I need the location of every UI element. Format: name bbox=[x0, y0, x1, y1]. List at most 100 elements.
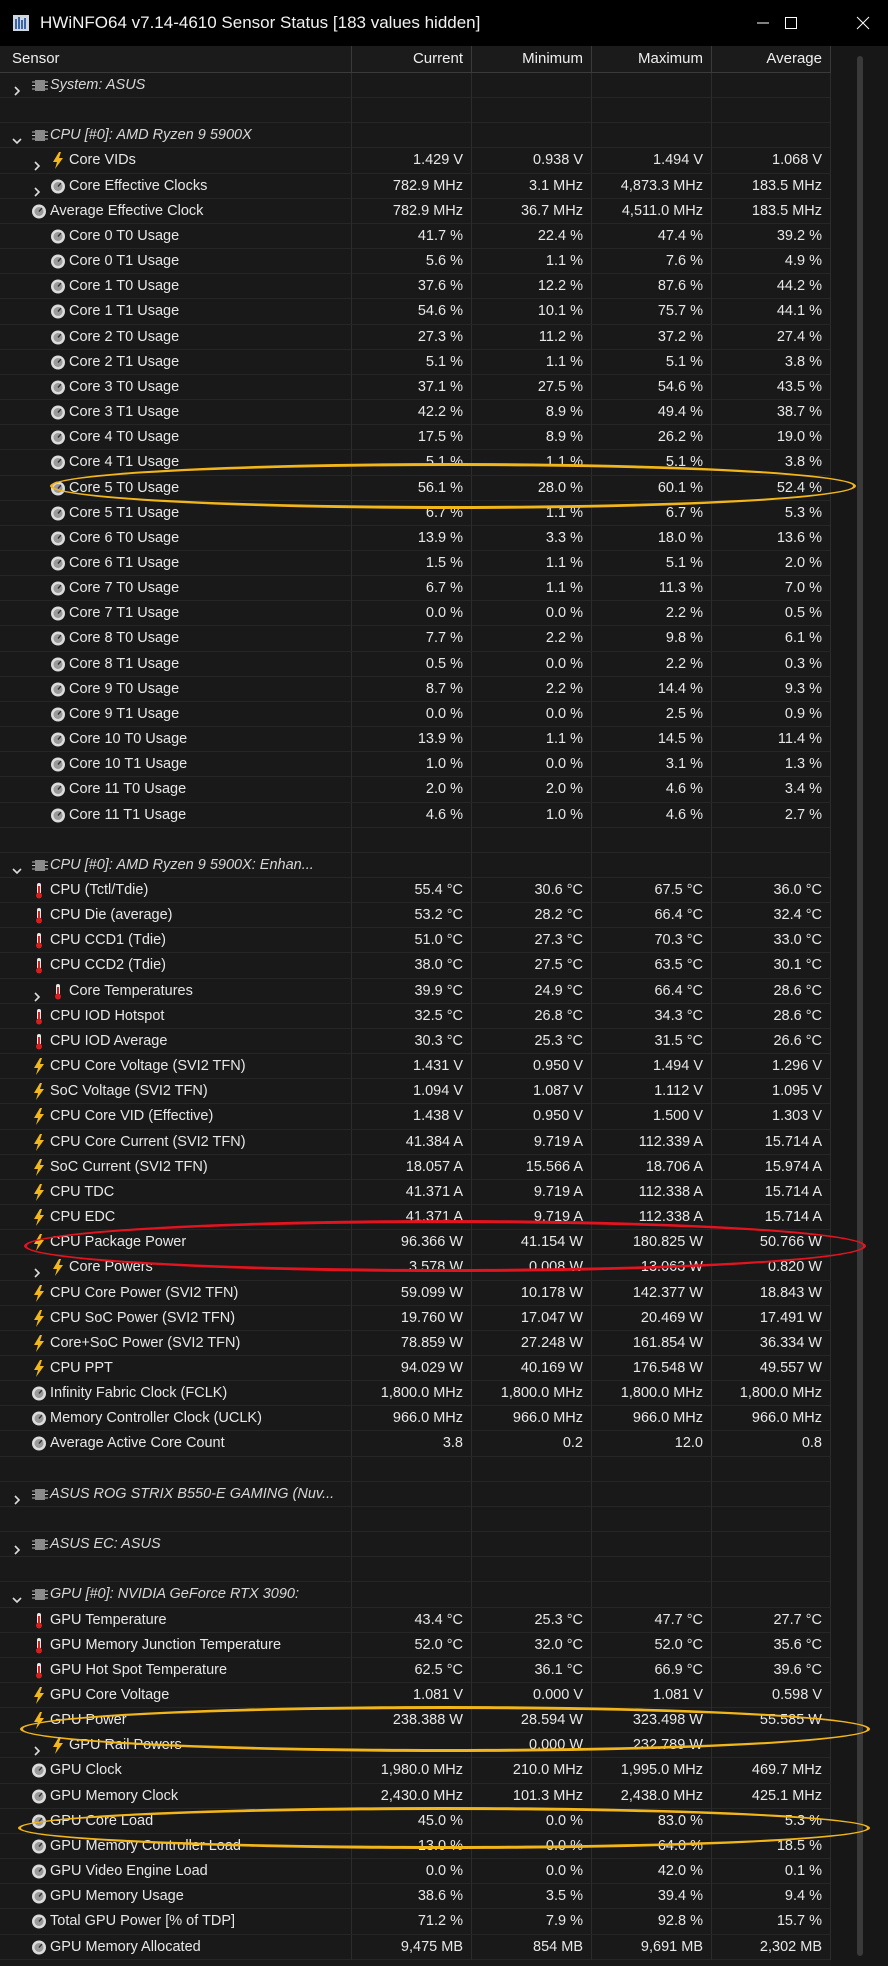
sensor-row-gpu-memory-allocated[interactable]: GPU Memory Allocated 9,475 MB 854 MB 9,691 … bbox=[0, 1934, 831, 1960]
sensor-row-core-vids[interactable]: Core VIDs 1.429 V 0.938 V 1.494 V 1.068 V bbox=[0, 148, 831, 174]
sensor-row-memory-controller-clock-uclk[interactable]: Memory Controller Clock (UCLK) 966.0 MHz 9… bbox=[0, 1406, 831, 1432]
sensor-row-core-8-t0-usage[interactable]: Core 8 T0 Usage 7.7 % 2.2 % 9.8 % 6.1 % bbox=[0, 626, 831, 652]
sensor-row-average-active-core-count[interactable]: Average Active Core Count 3.8 0.2 12.0 0.8 bbox=[0, 1431, 831, 1457]
sensor-row-soc-voltage-svi2-tfn[interactable]: SoC Voltage (SVI2 TFN) 1.094 V 1.087 V 1.11… bbox=[0, 1079, 831, 1105]
sensor-group-cpu-0-amd-ryzen-9-5900x-enhan[interactable]: CPU [#0]: AMD Ryzen 9 5900X: Enhan... bbox=[0, 852, 831, 878]
sensor-name-cell: CPU (Tctl/Tdie) bbox=[0, 878, 352, 903]
sensor-row-cpu-soc-power-svi2-tfn[interactable]: CPU SoC Power (SVI2 TFN) 19.760 W 17.047 W… bbox=[0, 1305, 831, 1331]
sensor-row-core-powers[interactable]: Core Powers 3.578 W 0.008 W 13.063 W 0.820 W bbox=[0, 1255, 831, 1281]
sensor-row-core-4-t1-usage[interactable]: Core 4 T1 Usage 5.1 % 1.1 % 5.1 % 3.8 % bbox=[0, 450, 831, 476]
chevron-right-icon[interactable] bbox=[32, 155, 42, 172]
sensor-row-cpu-ppt[interactable]: CPU PPT 94.029 W 40.169 W 176.548 W 49.557 W bbox=[0, 1355, 831, 1382]
sensor-row-cpu-ccd1-tdie[interactable]: CPU CCD1 (Tdie) 51.0 °C 27.3 °C 70.3 °C 33.0… bbox=[0, 928, 831, 954]
chevron-down-icon[interactable] bbox=[12, 1589, 22, 1604]
sensor-row-core-1-t0-usage[interactable]: Core 1 T0 Usage 37.6 % 12.2 % 87.6 % 44.2 % bbox=[0, 274, 831, 300]
sensor-row-core-6-t0-usage[interactable]: Core 6 T0 Usage 13.9 % 3.3 % 18.0 % 13.6 % bbox=[0, 525, 831, 551]
sensor-row-core-5-t0-usage[interactable]: Core 5 T0 Usage 56.1 % 28.0 % 60.1 % 52.4 % bbox=[0, 475, 831, 501]
sensor-group-gpu-0-nvidia-geforce-rtx-3090[interactable]: GPU [#0]: NVIDIA GeForce RTX 3090: bbox=[0, 1582, 831, 1608]
sensor-row-core-soc-power-svi2-tfn[interactable]: Core+SoC Power (SVI2 TFN) 78.859 W 27.248 … bbox=[0, 1330, 831, 1356]
maximize-button[interactable] bbox=[768, 0, 814, 46]
sensor-group-system-asus[interactable]: System: ASUS bbox=[0, 73, 831, 99]
sensor-row-gpu-temperature[interactable]: GPU Temperature 43.4 °C 25.3 °C 47.7 °C 27.7… bbox=[0, 1607, 831, 1633]
sensor-row-core-10-t0-usage[interactable]: Core 10 T0 Usage 13.9 % 1.1 % 14.5 % 11.4 % bbox=[0, 727, 831, 753]
sensor-row-core-0-t0-usage[interactable]: Core 0 T0 Usage 41.7 % 22.4 % 47.4 % 39.2 % bbox=[0, 223, 831, 250]
sensor-row-cpu-core-power-svi2-tfn[interactable]: CPU Core Power (SVI2 TFN) 59.099 W 10.178 … bbox=[0, 1280, 831, 1306]
sensor-row-cpu-tdc[interactable]: CPU TDC 41.371 A 9.719 A 112.338 A 15.714 A bbox=[0, 1179, 831, 1206]
sensor-row-core-3-t0-usage[interactable]: Core 3 T0 Usage 37.1 % 27.5 % 54.6 % 43.5 % bbox=[0, 374, 831, 401]
chevron-right-icon[interactable] bbox=[32, 181, 42, 197]
sensor-row-cpu-package-power[interactable]: CPU Package Power 96.366 W 41.154 W 180.825… bbox=[0, 1230, 831, 1256]
column-sensor[interactable]: Sensor bbox=[0, 46, 352, 72]
sensor-row-cpu-core-vid-effective[interactable]: CPU Core VID (Effective) 1.438 V 0.950 V 1.… bbox=[0, 1104, 831, 1130]
sensor-row-total-gpu-power-of-tdp[interactable]: Total GPU Power [% of TDP] 71.2 % 7.9 % 92.… bbox=[0, 1909, 831, 1935]
sensor-row-core-9-t1-usage[interactable]: Core 9 T1 Usage 0.0 % 0.0 % 2.5 % 0.9 % bbox=[0, 701, 831, 728]
average-value: 0.598 V bbox=[712, 1683, 831, 1708]
column-current[interactable]: Current bbox=[352, 46, 472, 72]
sensor-row-core-7-t0-usage[interactable]: Core 7 T0 Usage 6.7 % 1.1 % 11.3 % 7.0 % bbox=[0, 576, 831, 602]
column-minimum[interactable]: Minimum bbox=[472, 46, 592, 72]
sensor-row-gpu-hot-spot-temperature[interactable]: GPU Hot Spot Temperature 62.5 °C 36.1 °C 66… bbox=[0, 1657, 831, 1683]
vertical-scrollbar[interactable] bbox=[831, 46, 888, 1966]
sensor-row-cpu-core-current-svi2-tfn[interactable]: CPU Core Current (SVI2 TFN) 41.384 A 9.719… bbox=[0, 1129, 831, 1155]
sensor-row-gpu-memory-usage[interactable]: GPU Memory Usage 38.6 % 3.5 % 39.4 % 9.4 % bbox=[0, 1884, 831, 1910]
sensor-row-core-effective-clocks[interactable]: Core Effective Clocks 782.9 MHz 3.1 MHz 4,8… bbox=[0, 173, 831, 199]
sensor-row-cpu-die-average[interactable]: CPU Die (average) 53.2 °C 28.2 °C 66.4 °C 32… bbox=[0, 903, 831, 929]
sensor-name-cell: Core 4 T0 Usage bbox=[0, 425, 352, 451]
sensor-row-gpu-core-load[interactable]: GPU Core Load 45.0 % 0.0 % 83.0 % 5.3 % bbox=[0, 1808, 831, 1834]
sensor-row-cpu-ccd2-tdie[interactable]: CPU CCD2 (Tdie) 38.0 °C 27.5 °C 63.5 °C 30.1… bbox=[0, 953, 831, 979]
chevron-right-icon[interactable] bbox=[32, 1740, 42, 1756]
sensor-row-gpu-clock[interactable]: GPU Clock 1,980.0 MHz 210.0 MHz 1,995.0 MHz… bbox=[0, 1758, 831, 1784]
sensor-row-core-4-t0-usage[interactable]: Core 4 T0 Usage 17.5 % 8.9 % 26.2 % 19.0 % bbox=[0, 425, 831, 451]
sensor-row-core-8-t1-usage[interactable]: Core 8 T1 Usage 0.5 % 0.0 % 2.2 % 0.3 % bbox=[0, 651, 831, 677]
chevron-right-icon[interactable] bbox=[12, 80, 22, 96]
chevron-down-icon[interactable] bbox=[12, 130, 22, 145]
title-bar: HWiNFO64 v7.14-4610 Sensor Status [183 v… bbox=[0, 0, 888, 46]
minimum-value: 15.566 A bbox=[472, 1154, 592, 1180]
sensor-row-gpu-power[interactable]: GPU Power 238.388 W 28.594 W 323.498 W 55.58… bbox=[0, 1708, 831, 1734]
chevron-right-icon[interactable] bbox=[12, 1539, 22, 1555]
chevron-down-icon[interactable] bbox=[12, 860, 22, 874]
sensor-row-core-11-t0-usage[interactable]: Core 11 T0 Usage 2.0 % 2.0 % 4.6 % 3.4 % bbox=[0, 777, 831, 803]
average-value: 966.0 MHz bbox=[712, 1406, 831, 1432]
minimum-value: 0.000 W bbox=[472, 1733, 592, 1759]
column-average[interactable]: Average bbox=[712, 46, 831, 72]
sensor-row-core-7-t1-usage[interactable]: Core 7 T1 Usage 0.0 % 0.0 % 2.2 % 0.5 % bbox=[0, 601, 831, 627]
sensor-row-core-temperatures[interactable]: Core Temperatures 39.9 °C 24.9 °C 66.4 °C 28… bbox=[0, 978, 831, 1004]
sensor-row-core-10-t1-usage[interactable]: Core 10 T1 Usage 1.0 % 0.0 % 3.1 % 1.3 % bbox=[0, 752, 831, 778]
gauge-icon bbox=[50, 605, 66, 622]
sensor-row-core-0-t1-usage[interactable]: Core 0 T1 Usage 5.6 % 1.1 % 7.6 % 4.9 % bbox=[0, 249, 831, 275]
sensor-row-gpu-memory-controller-load[interactable]: GPU Memory Controller Load 13.0 % 0.0 % 64.… bbox=[0, 1833, 831, 1860]
sensor-row-core-2-t1-usage[interactable]: Core 2 T1 Usage 5.1 % 1.1 % 5.1 % 3.8 % bbox=[0, 349, 831, 375]
current-value: 1.094 V bbox=[352, 1079, 472, 1105]
sensor-group-cpu-0-amd-ryzen-9-5900x[interactable]: CPU [#0]: AMD Ryzen 9 5900X bbox=[0, 123, 831, 149]
sensor-row-cpu-iod-hotspot[interactable]: CPU IOD Hotspot 32.5 °C 26.8 °C 34.3 °C 28.6… bbox=[0, 1003, 831, 1029]
sensor-row-core-9-t0-usage[interactable]: Core 9 T0 Usage 8.7 % 2.2 % 14.4 % 9.3 % bbox=[0, 676, 831, 702]
sensor-row-soc-current-svi2-tfn[interactable]: SoC Current (SVI2 TFN) 18.057 A 15.566 A 18… bbox=[0, 1154, 831, 1180]
chevron-right-icon[interactable] bbox=[32, 986, 42, 1002]
sensor-row-core-5-t1-usage[interactable]: Core 5 T1 Usage 6.7 % 1.1 % 6.7 % 5.3 % bbox=[0, 500, 831, 526]
sensor-row-core-1-t1-usage[interactable]: Core 1 T1 Usage 54.6 % 10.1 % 75.7 % 44.1 % bbox=[0, 299, 831, 325]
column-maximum[interactable]: Maximum bbox=[592, 46, 712, 72]
minimum-value: 0.0 % bbox=[472, 1808, 592, 1834]
sensor-row-average-effective-clock[interactable]: Average Effective Clock 782.9 MHz 36.7 MHz… bbox=[0, 198, 831, 224]
sensor-row-core-3-t1-usage[interactable]: Core 3 T1 Usage 42.2 % 8.9 % 49.4 % 38.7 % bbox=[0, 400, 831, 426]
sensor-row-gpu-memory-junction-temperature[interactable]: GPU Memory Junction Temperature 52.0 °C 32… bbox=[0, 1632, 831, 1658]
sensor-row-gpu-rail-powers[interactable]: GPU Rail Powers 0.000 W 232.789 W bbox=[0, 1733, 831, 1759]
sensor-group-asus-rog-strix-b550-e-gaming-nuv[interactable]: ASUS ROG STRIX B550-E GAMING (Nuv... bbox=[0, 1481, 831, 1507]
sensor-row-cpu-tctl-tdie[interactable]: CPU (Tctl/Tdie) 55.4 °C 30.6 °C 67.5 °C 36.0… bbox=[0, 878, 831, 904]
sensor-row-gpu-video-engine-load[interactable]: GPU Video Engine Load 0.0 % 0.0 % 42.0 % 0.1… bbox=[0, 1859, 831, 1885]
sensor-row-core-11-t1-usage[interactable]: Core 11 T1 Usage 4.6 % 1.0 % 4.6 % 2.7 % bbox=[0, 802, 831, 828]
sensor-group-asus-ec-asus[interactable]: ASUS EC: ASUS bbox=[0, 1532, 831, 1558]
sensor-row-gpu-core-voltage[interactable]: GPU Core Voltage 1.081 V 0.000 V 1.081 V 0.5… bbox=[0, 1683, 831, 1709]
sensor-row-core-2-t0-usage[interactable]: Core 2 T0 Usage 27.3 % 11.2 % 37.2 % 27.4 % bbox=[0, 324, 831, 350]
close-button[interactable] bbox=[840, 0, 886, 46]
sensor-row-cpu-edc[interactable]: CPU EDC 41.371 A 9.719 A 112.338 A 15.714 A bbox=[0, 1205, 831, 1231]
sensor-row-cpu-iod-average[interactable]: CPU IOD Average 30.3 °C 25.3 °C 31.5 °C 26.6… bbox=[0, 1028, 831, 1055]
sensor-row-gpu-memory-clock[interactable]: GPU Memory Clock 2,430.0 MHz 101.3 MHz 2,43… bbox=[0, 1783, 831, 1809]
sensor-row-core-6-t1-usage[interactable]: Core 6 T1 Usage 1.5 % 1.1 % 5.1 % 2.0 % bbox=[0, 550, 831, 577]
sensor-row-infinity-fabric-clock-fclk[interactable]: Infinity Fabric Clock (FCLK) 1,800.0 MHz 1… bbox=[0, 1381, 831, 1407]
chevron-right-icon[interactable] bbox=[32, 1262, 42, 1278]
sensor-row-cpu-core-voltage-svi2-tfn[interactable]: CPU Core Voltage (SVI2 TFN) 1.431 V 0.950 … bbox=[0, 1054, 831, 1080]
scrollbar-thumb[interactable] bbox=[857, 56, 863, 1956]
chevron-right-icon[interactable] bbox=[12, 1489, 22, 1505]
